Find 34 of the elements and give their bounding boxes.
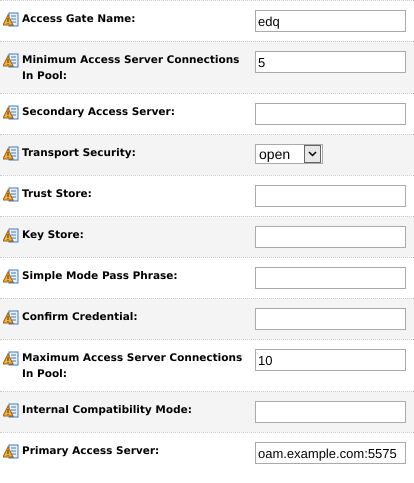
- input-field[interactable]: 5: [255, 51, 406, 73]
- warning-document-icon: [3, 187, 19, 202]
- warning-document-icon: [3, 146, 19, 161]
- warning-document-icon: [3, 105, 19, 120]
- field-label: Access Gate Name:: [22, 12, 136, 27]
- field-label: Primary Access Server:: [22, 444, 160, 459]
- input-field[interactable]: [255, 267, 406, 289]
- input-field[interactable]: [255, 185, 406, 207]
- transport-select[interactable]: open: [255, 144, 324, 164]
- input-field[interactable]: edq: [255, 10, 406, 32]
- warning-document-icon: [3, 403, 19, 418]
- field-label: Key Store:: [22, 228, 85, 243]
- field-label: Transport Security:: [22, 146, 137, 161]
- field-label: Simple Mode Pass Phrase:: [22, 269, 179, 284]
- warning-document-icon: [3, 444, 19, 459]
- warning-document-icon: [3, 351, 19, 366]
- input-field[interactable]: oam.example.com:5575: [255, 442, 406, 464]
- chevron-down-icon: [308, 151, 318, 157]
- input-field[interactable]: [255, 401, 406, 423]
- warning-document-icon: [3, 228, 19, 243]
- input-field[interactable]: [255, 103, 406, 125]
- field-label: Confirm Credential:: [22, 310, 139, 325]
- warning-document-icon: [3, 12, 19, 27]
- input-field[interactable]: [255, 226, 406, 248]
- input-field[interactable]: 10: [255, 349, 406, 371]
- input-field[interactable]: [255, 308, 406, 330]
- warning-document-icon: [3, 269, 19, 284]
- field-label: Maximum Access Server Connections In Pool:: [22, 351, 244, 382]
- warning-document-icon: [3, 310, 19, 325]
- field-label: Minimum Access Server Connections In Pool:: [22, 53, 240, 84]
- field-label: Internal Compatibility Mode:: [22, 403, 193, 418]
- field-label: Trust Store:: [22, 187, 93, 202]
- warning-document-icon: [3, 53, 19, 68]
- field-label: Secondary Access Server:: [22, 105, 176, 120]
